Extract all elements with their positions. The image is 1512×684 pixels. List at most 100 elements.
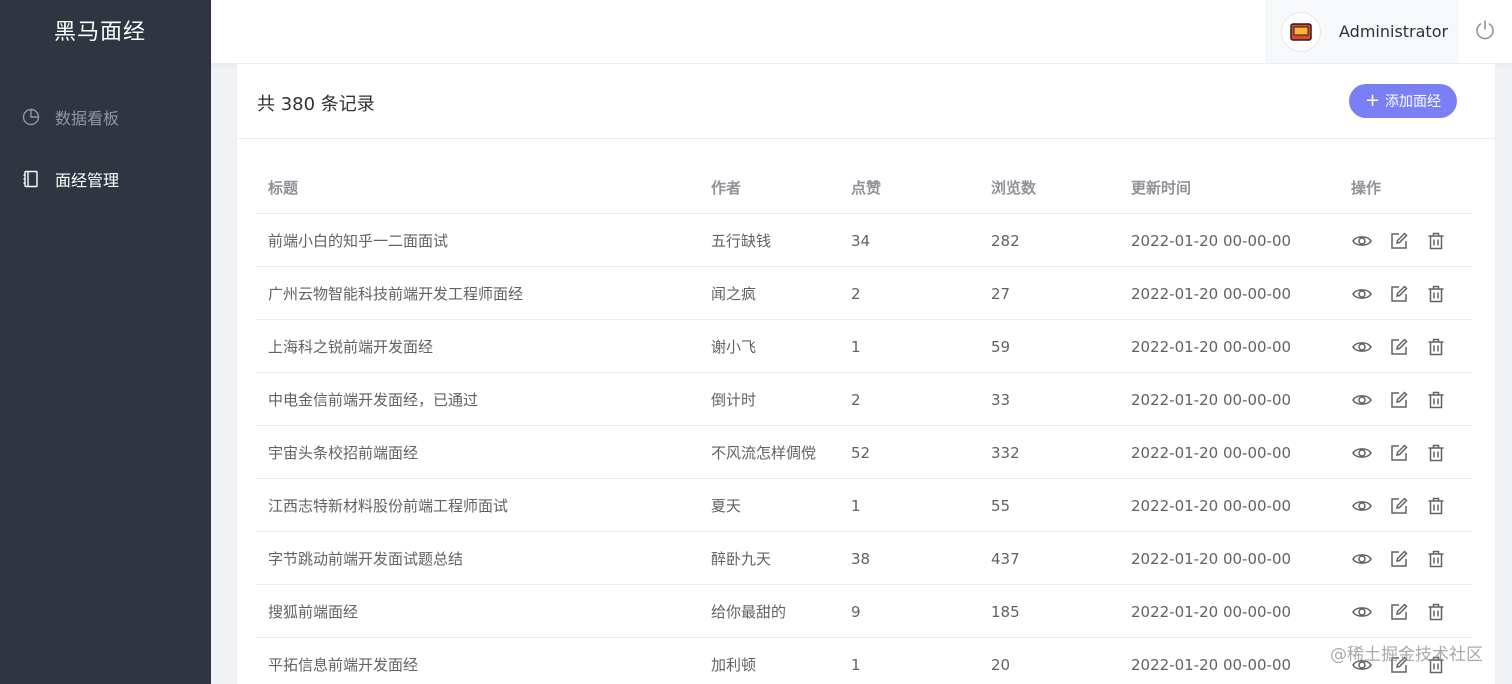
table-row: 平拓信息前端开发面经 加利顿 1 20 2022-01-20 00-00-00 [256,638,1473,684]
cell-views: 55 [991,496,1011,515]
table-body: 前端小白的知乎一二面面试 五行缺钱 34 282 2022-01-20 00-0… [256,214,1473,684]
view-icon[interactable] [1351,336,1373,358]
cell-likes: 2 [851,390,861,409]
cell-actions [1351,426,1471,479]
cell-updated: 2022-01-20 00-00-00 [1131,496,1292,515]
table-row: 字节跳动前端开发面试题总结 醉卧九天 38 437 2022-01-20 00-… [256,532,1473,585]
cell-actions [1351,267,1471,320]
column-header-likes: 点赞 [851,179,882,197]
edit-icon[interactable] [1388,230,1410,252]
top-header: Administrator [211,0,1512,63]
column-header-updated: 更新时间 [1131,179,1192,197]
cell-author: 醉卧九天 [711,550,772,568]
sidebar-item-label: 面经管理 [55,171,120,190]
cell-author: 夏天 [711,497,742,515]
cell-updated: 2022-01-20 00-00-00 [1131,655,1292,674]
edit-icon[interactable] [1388,601,1410,623]
cell-actions [1351,320,1471,373]
username: Administrator [1339,22,1449,41]
view-icon[interactable] [1351,389,1373,411]
add-interview-button[interactable]: + 添加面经 [1349,84,1457,118]
user-menu[interactable]: Administrator [1265,0,1459,63]
cell-title: 平拓信息前端开发面经 [268,656,419,674]
delete-icon[interactable] [1425,495,1447,517]
edit-icon[interactable] [1388,495,1410,517]
view-icon[interactable] [1351,230,1373,252]
edit-icon[interactable] [1388,283,1410,305]
cell-views: 282 [991,231,1020,250]
column-header-author: 作者 [711,179,742,197]
delete-icon[interactable] [1425,389,1447,411]
add-button-label: 添加面经 [1385,94,1442,110]
notebook-icon [22,170,40,188]
cell-author: 给你最甜的 [711,603,787,621]
delete-icon[interactable] [1425,230,1447,252]
watermark: @稀土掘金技术社区 [1330,645,1483,665]
edit-icon[interactable] [1388,548,1410,570]
cell-updated: 2022-01-20 00-00-00 [1131,284,1292,303]
edit-icon[interactable] [1388,442,1410,464]
cell-author: 倒计时 [711,391,757,409]
table-row: 上海科之锐前端开发面经 谢小飞 1 59 2022-01-20 00-00-00 [256,320,1473,373]
table-row: 宇宙头条校招前端面经 不风流怎样倜傥 52 332 2022-01-20 00-… [256,426,1473,479]
cell-updated: 2022-01-20 00-00-00 [1131,443,1292,462]
cell-actions [1351,479,1471,532]
cell-title: 江西志特新材料股份前端工程师面试 [268,497,509,515]
cell-title: 字节跳动前端开发面试题总结 [268,550,464,568]
cell-title: 上海科之锐前端开发面经 [268,338,434,356]
plus-icon: + [1364,90,1381,111]
cell-views: 332 [991,443,1020,462]
main-card: 共 380 条记录 + 添加面经 标题 作者 点赞 浏览数 更新时间 操作 前端… [236,63,1496,684]
record-count: 共 380 条记录 [257,94,375,115]
cell-author: 加利顿 [711,656,757,674]
view-icon[interactable] [1351,601,1373,623]
view-icon[interactable] [1351,283,1373,305]
cell-updated: 2022-01-20 00-00-00 [1131,231,1292,250]
delete-icon[interactable] [1425,601,1447,623]
cell-actions [1351,214,1471,267]
cell-updated: 2022-01-20 00-00-00 [1131,390,1292,409]
table-row: 广州云物智能科技前端开发工程师面经 闻之疯 2 27 2022-01-20 00… [256,267,1473,320]
cell-author: 五行缺钱 [711,232,772,250]
sidebar-item-interview-management[interactable]: 面经管理 [0,159,211,199]
sidebar: 黑马面经 数据看板 面经管理 [0,0,211,684]
avatar-icon [1281,11,1321,52]
interview-table: 标题 作者 点赞 浏览数 更新时间 操作 前端小白的知乎一二面面试 五行缺钱 3… [256,161,1473,684]
cell-author: 谢小飞 [711,338,757,356]
table-row: 江西志特新材料股份前端工程师面试 夏天 1 55 2022-01-20 00-0… [256,479,1473,532]
view-icon[interactable] [1351,548,1373,570]
sidebar-item-dashboard[interactable]: 数据看板 [0,97,211,137]
app-logo: 黑马面经 [53,20,146,45]
cell-likes: 52 [851,443,871,462]
cell-actions [1351,585,1471,638]
cell-views: 185 [991,602,1020,621]
cell-title: 宇宙头条校招前端面经 [268,444,419,462]
cell-likes: 9 [851,602,861,621]
delete-icon[interactable] [1425,442,1447,464]
table-row: 中电金信前端开发面经，已通过 倒计时 2 33 2022-01-20 00-00… [256,373,1473,426]
edit-icon[interactable] [1388,336,1410,358]
cell-updated: 2022-01-20 00-00-00 [1131,337,1292,356]
cell-author: 不风流怎样倜傥 [711,444,817,462]
cell-likes: 2 [851,284,861,303]
cell-views: 27 [991,284,1011,303]
cell-views: 33 [991,390,1011,409]
delete-icon[interactable] [1425,548,1447,570]
table-header: 标题 作者 点赞 浏览数 更新时间 操作 [256,161,1473,214]
power-icon[interactable] [1473,18,1497,42]
cell-updated: 2022-01-20 00-00-00 [1131,549,1292,568]
delete-icon[interactable] [1425,283,1447,305]
delete-icon[interactable] [1425,336,1447,358]
table-row: 搜狐前端面经 给你最甜的 9 185 2022-01-20 00-00-00 [256,585,1473,638]
view-icon[interactable] [1351,442,1373,464]
cell-views: 59 [991,337,1011,356]
cell-actions [1351,373,1471,426]
sidebar-item-label: 数据看板 [55,109,120,128]
cell-views: 437 [991,549,1020,568]
column-header-views: 浏览数 [991,179,1037,197]
cell-likes: 1 [851,337,861,356]
edit-icon[interactable] [1388,389,1410,411]
cell-author: 闻之疯 [711,285,757,303]
view-icon[interactable] [1351,495,1373,517]
cell-likes: 1 [851,655,861,674]
